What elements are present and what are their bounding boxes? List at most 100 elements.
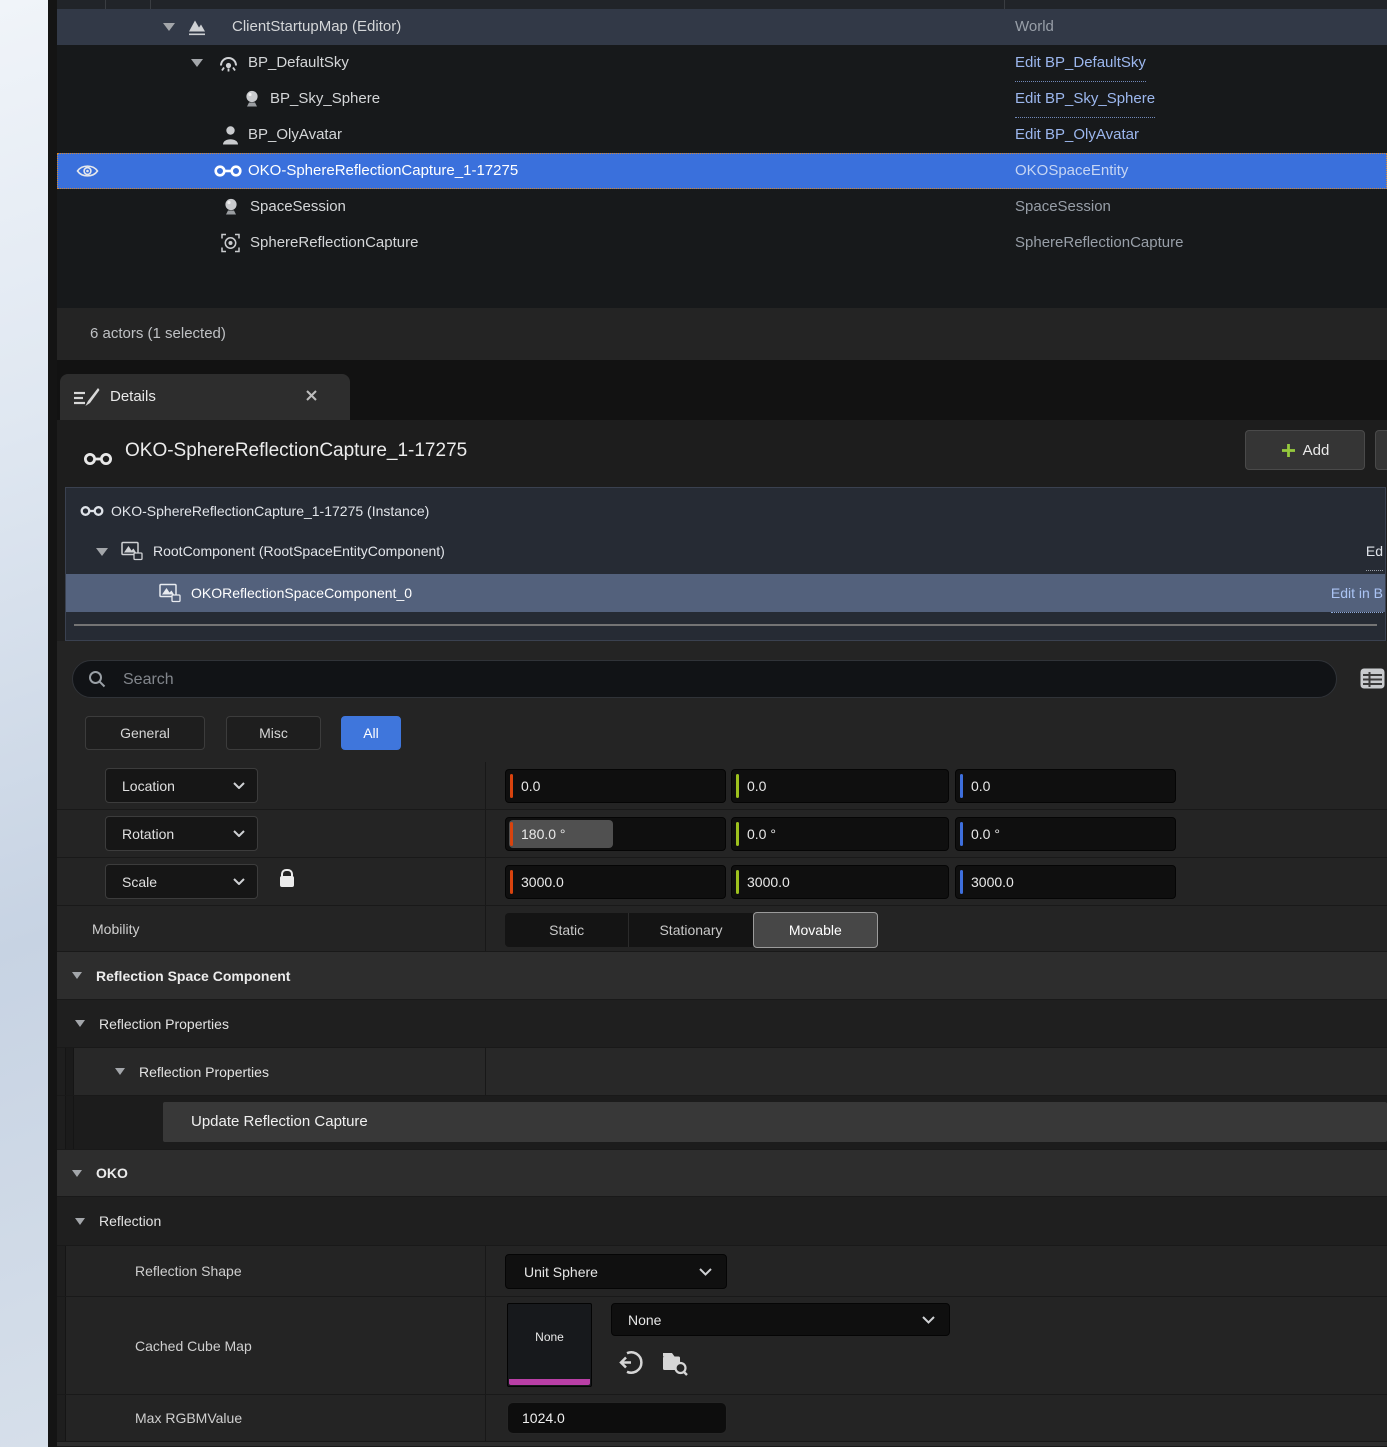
filter-label: Misc (259, 725, 288, 741)
asset-thumbnail[interactable]: None (507, 1303, 592, 1387)
rotation-dropdown[interactable]: Rotation (105, 816, 258, 851)
browse-to-asset-icon[interactable] (660, 1349, 690, 1376)
component-row-root[interactable]: RootComponent (RootSpaceEntityComponent)… (66, 532, 1385, 570)
expander-arrow-icon[interactable] (191, 59, 203, 67)
tab-details[interactable]: Details (60, 374, 350, 420)
outliner-row-selected[interactable]: OKO-SphereReflectionCapture_1-17275 OKOS… (57, 153, 1387, 189)
padlock-icon[interactable] (280, 876, 294, 887)
combobox-value: None (628, 1312, 661, 1328)
partial-button[interactable] (1375, 430, 1387, 470)
column-divider (485, 858, 486, 905)
add-button[interactable]: Add (1245, 430, 1365, 470)
collapse-arrow-icon[interactable] (72, 972, 82, 979)
eye-icon[interactable] (76, 163, 99, 180)
details-tab-strip: Details (57, 360, 1387, 420)
outliner-row-defaultsky[interactable]: BP_DefaultSky Edit BP_DefaultSky (57, 45, 1387, 81)
search-input[interactable] (121, 664, 1225, 696)
section-reflection-properties[interactable]: Reflection Properties (57, 1000, 1387, 1048)
edit-in-cpp-link[interactable]: Ed (1366, 532, 1383, 571)
max-rgbm-row: Max RGBMValue 1024.0 (57, 1395, 1387, 1442)
max-rgbm-field[interactable]: 1024.0 (507, 1402, 727, 1434)
section-reflection[interactable]: Reflection (57, 1197, 1387, 1246)
filter-general-button[interactable]: General (85, 716, 205, 750)
actor-type: OKOSpaceEntity (1015, 153, 1128, 189)
section-reflection-properties-inner[interactable]: Reflection Properties (57, 1048, 1387, 1096)
rotation-x-field[interactable]: 180.0 ° (505, 817, 726, 851)
cached-cube-map-combobox[interactable]: None (611, 1303, 950, 1336)
filter-misc-button[interactable]: Misc (226, 716, 321, 750)
collapse-arrow-icon[interactable] (72, 1170, 82, 1177)
expander-arrow-icon[interactable] (163, 23, 175, 31)
actor-label: SpaceSession (250, 189, 346, 225)
component-row-instance[interactable]: OKO-SphereReflectionCapture_1-17275 (Ins… (66, 492, 1385, 530)
splitter-handle[interactable] (74, 624, 1377, 626)
scale-y-field[interactable]: 3000.0 (731, 865, 949, 899)
location-y-field[interactable]: 0.0 (731, 769, 949, 803)
update-reflection-capture-row: Update Reflection Capture (57, 1096, 1387, 1150)
reflection-shape-dropdown[interactable]: Unit Sphere (505, 1254, 727, 1289)
section-oko[interactable]: OKO (57, 1150, 1387, 1197)
chevron-down-icon (233, 878, 245, 885)
mobility-stationary[interactable]: Stationary (629, 913, 753, 947)
location-x-field[interactable]: 0.0 (505, 769, 726, 803)
actor-label: BP_OlyAvatar (248, 117, 342, 153)
location-z-field[interactable]: 0.0 (955, 769, 1176, 803)
scale-row: Scale 3000.0 3000.0 3000.0 (57, 858, 1387, 906)
actor-type: SpaceSession (1015, 189, 1111, 225)
segment-label: Stationary (659, 922, 722, 938)
collapse-arrow-icon[interactable] (75, 1020, 85, 1027)
unreal-editor-screenshot: ClientStartupMap (Editor) World BP_Defau… (0, 0, 1387, 1447)
rotation-label: Rotation (122, 826, 174, 842)
outliner-row-skysphere[interactable]: BP_Sky_Sphere Edit BP_Sky_Sphere (57, 81, 1387, 117)
scale-dropdown[interactable]: Scale (105, 864, 258, 899)
location-x-value: 0.0 (521, 770, 540, 802)
search-bar[interactable] (72, 660, 1337, 698)
asset-type-color-bar (509, 1379, 590, 1385)
edit-blueprint-link[interactable]: Edit BP_Sky_Sphere (1015, 81, 1155, 118)
expander-arrow-icon[interactable] (96, 548, 108, 556)
mobility-movable[interactable]: Movable (753, 912, 878, 948)
axis-y-bar (736, 870, 739, 894)
outliner-row-spacesession[interactable]: SpaceSession SpaceSession (57, 189, 1387, 225)
outliner-row-level[interactable]: ClientStartupMap (Editor) World (57, 9, 1387, 45)
actor-label: ClientStartupMap (Editor) (232, 9, 401, 45)
collapse-arrow-icon[interactable] (115, 1068, 125, 1075)
mobility-static[interactable]: Static (505, 913, 629, 947)
reflection-shape-label: Reflection Shape (135, 1246, 242, 1296)
outliner-row-reflectioncapture[interactable]: SphereReflectionCapture SphereReflection… (57, 225, 1387, 261)
filter-all-button[interactable]: All (341, 716, 401, 750)
linked-circles-icon (214, 164, 242, 179)
use-selected-asset-icon[interactable] (617, 1349, 644, 1376)
magnifier-icon (87, 669, 107, 689)
outliner-row-olyavatar[interactable]: BP_OlyAvatar Edit BP_OlyAvatar (57, 117, 1387, 153)
scale-x-field[interactable]: 3000.0 (505, 865, 726, 899)
close-icon[interactable] (305, 389, 318, 402)
column-divider (485, 762, 486, 809)
rotation-z-field[interactable]: 0.0 ° (955, 817, 1176, 851)
edit-blueprint-link[interactable]: Edit BP_OlyAvatar (1015, 117, 1139, 154)
column-divider (485, 906, 486, 951)
scale-x-value: 3000.0 (521, 866, 564, 898)
axis-y-bar (736, 774, 739, 798)
rotation-x-value: 180.0 ° (521, 818, 566, 850)
column-divider (485, 1048, 486, 1095)
reflection-shape-row: Reflection Shape Unit Sphere (57, 1246, 1387, 1297)
actor-label: OKO-SphereReflectionCapture_1-17275 (248, 153, 518, 189)
axis-y-bar (736, 822, 739, 846)
column-divider (150, 0, 151, 9)
update-reflection-capture-button[interactable]: Update Reflection Capture (163, 1102, 1387, 1142)
section-reflection-space-component[interactable]: Reflection Space Component (57, 952, 1387, 1000)
component-row-selected[interactable]: OKOReflectionSpaceComponent_0 Edit in B (66, 574, 1385, 612)
mobility-label: Mobility (92, 906, 139, 951)
edit-in-blueprint-link[interactable]: Edit in B (1331, 574, 1383, 613)
component-tree: OKO-SphereReflectionCapture_1-17275 (Ins… (65, 487, 1386, 641)
scale-z-value: 3000.0 (971, 866, 1014, 898)
location-dropdown[interactable]: Location (105, 768, 258, 803)
column-divider (485, 1246, 486, 1296)
view-options-icon[interactable] (1360, 668, 1385, 689)
edit-blueprint-link[interactable]: Edit BP_DefaultSky (1015, 45, 1146, 82)
scale-z-field[interactable]: 3000.0 (955, 865, 1176, 899)
collapse-arrow-icon[interactable] (75, 1218, 85, 1225)
rotation-y-field[interactable]: 0.0 ° (731, 817, 949, 851)
world-outliner: ClientStartupMap (Editor) World BP_Defau… (57, 0, 1387, 308)
